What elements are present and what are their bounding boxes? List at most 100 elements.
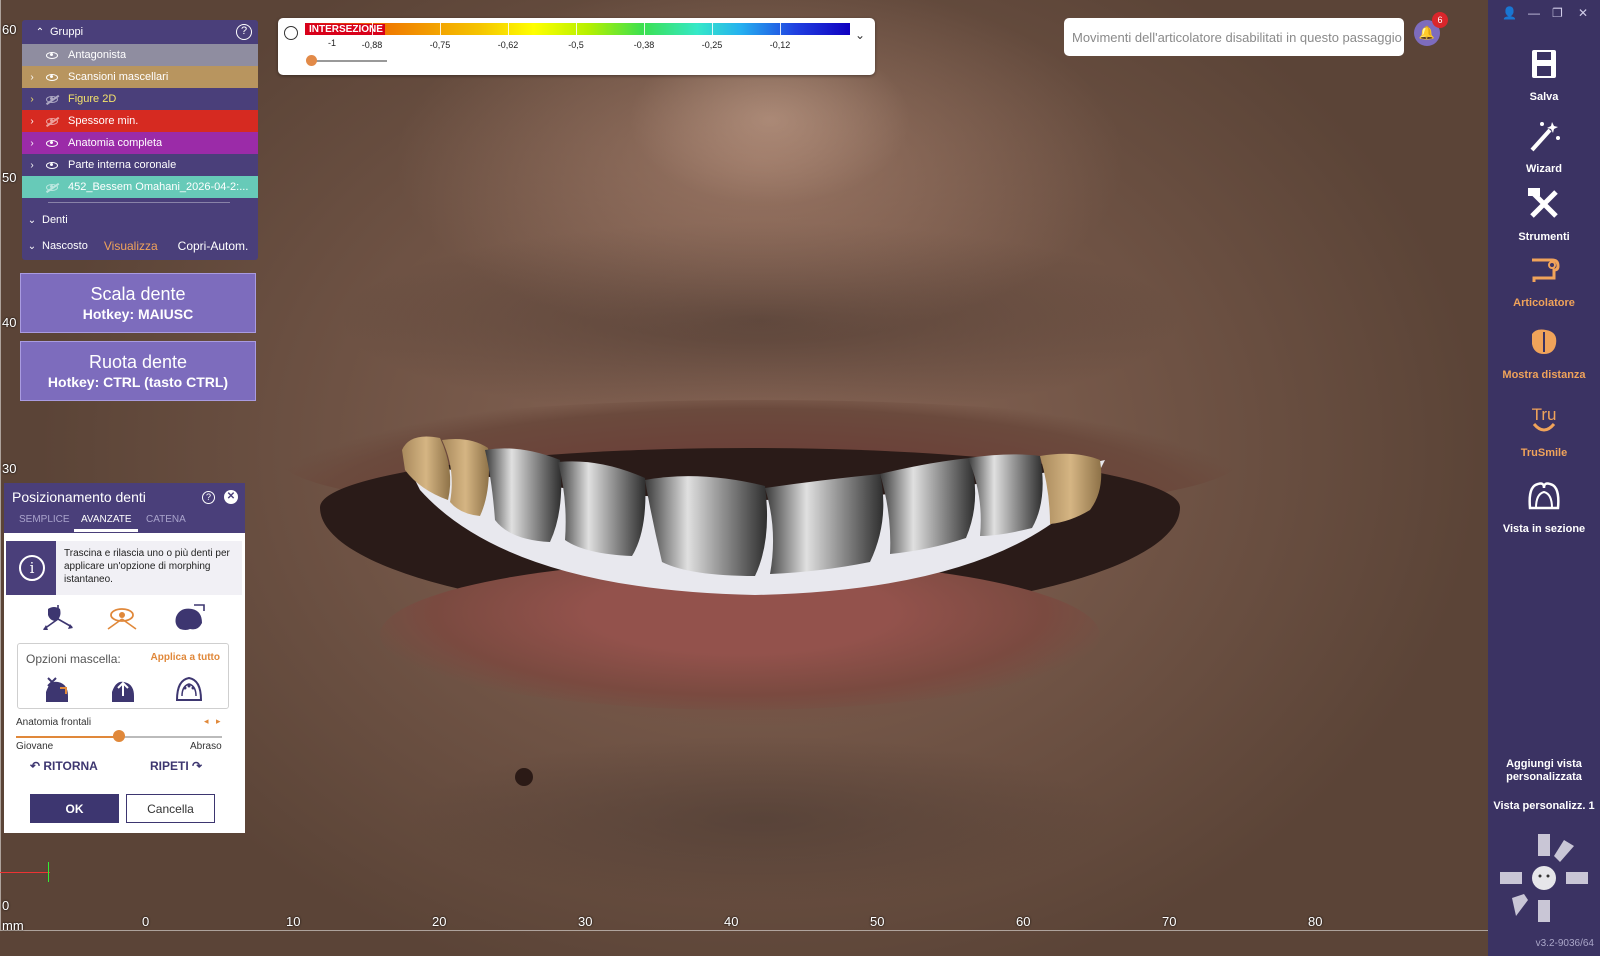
jaw-arch-icon[interactable] bbox=[174, 674, 204, 704]
hidden-group-row[interactable]: ⌄ Nascosto Visualizza Copri-Autom. bbox=[22, 233, 258, 259]
articulator-icon bbox=[1532, 258, 1560, 282]
redo-button[interactable]: RIPETI ↷ bbox=[150, 759, 202, 773]
anatomy-slider-handle[interactable] bbox=[113, 730, 125, 742]
scale-tick bbox=[644, 23, 645, 35]
info-box: i Trascina e rilascia uno o più denti pe… bbox=[6, 541, 242, 595]
version-label: v3.2-9036/64 bbox=[1535, 938, 1594, 949]
group-row[interactable]: › Anatomia completa bbox=[22, 132, 258, 154]
auto-cover-button[interactable]: Copri-Autom. bbox=[178, 239, 249, 253]
cancel-button[interactable]: Cancella bbox=[126, 794, 215, 823]
color-gradient-bar bbox=[305, 23, 850, 35]
group-row[interactable]: › Scansioni mascellari bbox=[22, 66, 258, 88]
close-icon[interactable]: ✕ bbox=[1578, 6, 1588, 20]
tooth-incisor-central[interactable] bbox=[765, 474, 884, 574]
scale-slider-handle[interactable] bbox=[306, 55, 317, 66]
tooth-positioning-dialog: Posizionamento denti ? ✕ SEMPLICE AVANZA… bbox=[4, 483, 245, 833]
toolbar-section-view-button[interactable]: Vista in sezione bbox=[1488, 478, 1600, 535]
ok-button[interactable]: OK bbox=[30, 794, 119, 823]
chevron-down-icon[interactable]: ⌄ bbox=[22, 215, 42, 226]
ruler-h-label: 30 bbox=[578, 914, 593, 929]
group-row-label: Antagonista bbox=[68, 49, 127, 61]
anatomy-prev-next-arrows[interactable]: ◂ ▸ bbox=[204, 716, 221, 727]
tooth-incisor-lateral-left[interactable] bbox=[645, 476, 768, 576]
trusmile-icon: Tru bbox=[1532, 405, 1556, 432]
chevron-right-icon[interactable]: › bbox=[22, 116, 42, 127]
tab-advanced[interactable]: AVANZATE bbox=[81, 514, 132, 525]
add-custom-view-button[interactable]: Aggiungi vista personalizzata bbox=[1488, 758, 1600, 784]
tab-simple[interactable]: SEMPLICE bbox=[19, 514, 70, 525]
ruler-h-label: 50 bbox=[870, 914, 885, 929]
toolbar-save-button[interactable]: Salva bbox=[1488, 46, 1600, 103]
ruler-h-label: 20 bbox=[432, 914, 447, 929]
toolbar-wand-button[interactable]: Wizard bbox=[1488, 118, 1600, 175]
chevron-up-icon[interactable]: ⌃ bbox=[30, 27, 50, 38]
undo-button[interactable]: ↶ RITORNA bbox=[30, 759, 98, 773]
group-row[interactable]: › Spessore min. bbox=[22, 110, 258, 132]
minimize-icon[interactable]: — bbox=[1528, 6, 1540, 20]
help-icon[interactable]: ? bbox=[236, 24, 252, 40]
view-orientation-widget[interactable] bbox=[1498, 832, 1590, 924]
restore-icon[interactable]: ❐ bbox=[1552, 6, 1563, 20]
eye-icon[interactable] bbox=[42, 48, 62, 62]
eye-icon[interactable] bbox=[42, 158, 62, 172]
chevron-right-icon[interactable]: › bbox=[22, 72, 42, 83]
slider-min-label: Giovane bbox=[16, 741, 54, 752]
info-text: Trascina e rilascia uno o più denti per … bbox=[64, 548, 230, 585]
move-tooth-icon[interactable] bbox=[40, 603, 76, 633]
rotate-tooth-title: Ruota dente bbox=[88, 352, 188, 372]
chevron-right-icon[interactable]: › bbox=[22, 160, 42, 171]
jaw-options-label: Opzioni mascella: bbox=[26, 652, 121, 666]
toolbar-label: TruSmile bbox=[1520, 447, 1568, 459]
toolbar-trusmile-button[interactable]: Tru TruSmile bbox=[1488, 402, 1600, 459]
active-tab-indicator bbox=[74, 529, 138, 532]
chevron-right-icon[interactable]: › bbox=[22, 138, 42, 149]
scale-slider-track[interactable] bbox=[311, 60, 387, 62]
group-row[interactable]: › Parte interna coronale bbox=[22, 154, 258, 176]
ruler-h-label: 40 bbox=[724, 914, 739, 929]
tooth-incisor-lateral-right[interactable] bbox=[880, 458, 976, 554]
toolbar-articulator-button[interactable]: Articolatore bbox=[1488, 252, 1600, 309]
eye-off-icon[interactable] bbox=[42, 92, 62, 106]
group-row[interactable]: 452_Bessem Omahani_2026-04-2:... bbox=[22, 176, 258, 198]
eye-off-icon[interactable] bbox=[42, 114, 62, 128]
group-row[interactable]: Antagonista bbox=[22, 44, 258, 66]
help-icon[interactable]: ? bbox=[202, 491, 215, 504]
undo-label: RITORNA bbox=[43, 759, 98, 773]
tab-chain[interactable]: CATENA bbox=[146, 514, 186, 525]
teeth-group-row[interactable]: ⌄ Denti bbox=[22, 207, 258, 233]
tooth-morph-icon[interactable] bbox=[172, 603, 208, 633]
tooth-canine-left[interactable] bbox=[558, 461, 646, 556]
close-icon[interactable]: ✕ bbox=[224, 490, 238, 504]
apply-all-link[interactable]: Applica a tutto bbox=[151, 652, 220, 663]
scale-tooth-title: Scala dente bbox=[90, 284, 186, 304]
redo-icon: ↷ bbox=[188, 759, 203, 773]
anatomy-slider-fill bbox=[16, 736, 119, 738]
rotate-tooth-button[interactable]: Ruota dente Hotkey: CTRL (tasto CTRL) bbox=[20, 341, 256, 401]
show-link[interactable]: Visualizza bbox=[104, 239, 158, 253]
view-move-icon[interactable] bbox=[104, 603, 140, 633]
jaw-cut-icon[interactable] bbox=[42, 674, 72, 704]
teeth-model[interactable] bbox=[400, 430, 1110, 600]
toolbar-distance-button[interactable]: Mostra distanza bbox=[1488, 324, 1600, 381]
eye-icon[interactable] bbox=[42, 136, 62, 150]
toolbar-tools-button[interactable]: Strumenti bbox=[1488, 186, 1600, 243]
toolbar-label: Wizard bbox=[1526, 163, 1562, 175]
chevron-down-icon[interactable]: ⌄ bbox=[855, 28, 865, 42]
user-icon[interactable]: 👤 bbox=[1502, 6, 1517, 20]
eye-off-icon[interactable] bbox=[42, 180, 62, 194]
custom-view-1-button[interactable]: Vista personalizz. 1 bbox=[1488, 800, 1600, 812]
groups-header[interactable]: ⌃ Gruppi ? bbox=[22, 20, 258, 44]
toolbar-label: Articolatore bbox=[1513, 297, 1575, 309]
chevron-down-icon[interactable]: ⌄ bbox=[22, 241, 42, 252]
eye-icon[interactable] bbox=[42, 70, 62, 84]
chevron-right-icon[interactable]: › bbox=[22, 94, 42, 105]
group-row-label: Scansioni mascellari bbox=[68, 71, 169, 83]
jaw-upload-icon[interactable] bbox=[108, 674, 138, 704]
horizontal-ruler bbox=[0, 930, 1488, 931]
scale-tooth-button[interactable]: Scala dente Hotkey: MAIUSC bbox=[20, 273, 256, 333]
group-row[interactable]: › Figure 2D bbox=[22, 88, 258, 110]
articulator-notice: Movimenti dell'articolatore disabilitati… bbox=[1064, 18, 1404, 56]
axis-x-indicator bbox=[0, 872, 50, 873]
gauge-icon[interactable] bbox=[284, 26, 298, 40]
ruler-v-label: 30 bbox=[2, 461, 17, 476]
